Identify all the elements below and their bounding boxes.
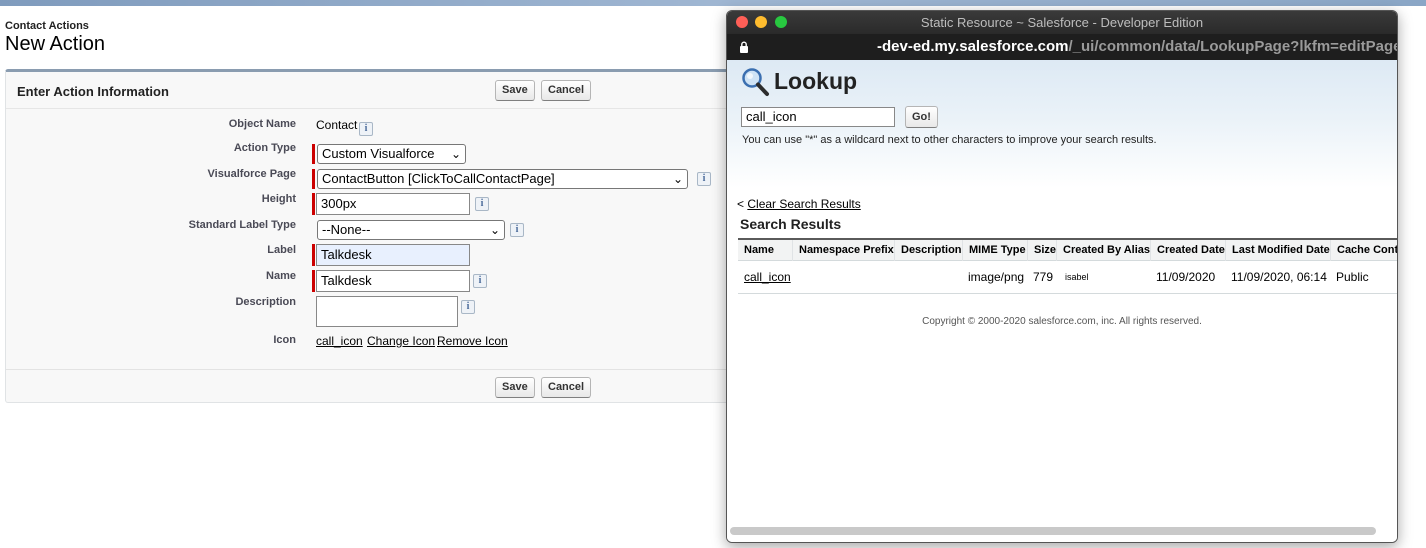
visualforce-page-value: ContactButton [ClickToCallContactPage]	[322, 171, 555, 186]
magnifier-icon	[742, 68, 769, 96]
copyright-text: Copyright © 2000-2020 salesforce.com, in…	[922, 316, 1202, 327]
chevron-down-icon: ⌄	[672, 172, 683, 186]
result-description	[894, 261, 900, 293]
result-created-date: 11/09/2020	[1156, 270, 1216, 284]
save-button-bottom[interactable]: Save	[495, 377, 535, 398]
page-title: New Action	[5, 33, 106, 55]
info-icon[interactable]: i	[359, 122, 373, 136]
search-results-table: Name Namespace Prefix Description MIME T…	[738, 238, 1397, 294]
column-header[interactable]: MIME Type	[962, 240, 1026, 261]
name-field-label: Name	[266, 270, 296, 282]
chevron-down-icon: ⌄	[450, 147, 461, 161]
column-header[interactable]: Namespace Prefix	[792, 240, 894, 261]
chevron-down-icon: ⌄	[489, 223, 500, 237]
column-header[interactable]: Description	[894, 240, 962, 261]
window-titlebar: Static Resource ~ Salesforce - Developer…	[727, 11, 1397, 34]
window-title: Static Resource ~ Salesforce - Developer…	[920, 15, 1204, 30]
required-indicator	[312, 244, 315, 266]
label-field-label: Label	[267, 244, 296, 256]
clear-search-results-link[interactable]: Clear Search Results	[747, 197, 860, 211]
action-type-value: Custom Visualforce	[322, 146, 435, 161]
table-header-row: Name Namespace Prefix Description MIME T…	[738, 240, 1397, 261]
column-header[interactable]: Name	[738, 240, 774, 261]
cancel-button-top[interactable]: Cancel	[541, 80, 592, 101]
icon-value-link[interactable]: call_icon	[316, 334, 363, 348]
panel-header: Enter Action Information Save Cancel	[6, 72, 764, 109]
address-bar[interactable]: -dev-ed.my.salesforce.com/_ui/common/dat…	[727, 34, 1397, 60]
height-input[interactable]: 300px	[316, 193, 470, 215]
description-label: Description	[235, 296, 296, 308]
icon-label: Icon	[273, 334, 296, 346]
clear-search-row: < Clear Search Results	[737, 197, 861, 211]
column-header[interactable]: Size	[1027, 240, 1056, 261]
lookup-body: Lookup call_icon Go! You can use "*" as …	[727, 60, 1397, 542]
info-icon[interactable]: i	[510, 223, 524, 237]
result-name-link[interactable]: call_icon	[738, 261, 791, 293]
standard-label-type-value: --None--	[322, 222, 371, 237]
result-size: 779	[1033, 270, 1054, 284]
required-indicator	[312, 270, 315, 292]
standard-label-type-label: Standard Label Type	[188, 219, 296, 231]
lock-icon	[740, 41, 748, 53]
column-header[interactable]: Cache Cont	[1330, 240, 1397, 261]
lookup-search-input[interactable]: call_icon	[741, 107, 895, 127]
name-input[interactable]: Talkdesk	[316, 270, 470, 292]
result-created-by-alias: isabel	[1065, 272, 1089, 282]
action-type-label: Action Type	[233, 142, 296, 154]
required-indicator	[312, 144, 315, 164]
column-header[interactable]: Created Date	[1150, 240, 1225, 261]
change-icon-link[interactable]: Change Icon	[367, 334, 435, 348]
url-host: -dev-ed.my.salesforce.com	[877, 38, 1069, 55]
lookup-title: Lookup	[774, 68, 858, 94]
column-header[interactable]: Last Modified Date	[1225, 240, 1330, 261]
object-name-value: Contact	[316, 118, 358, 132]
label-input[interactable]: Talkdesk	[316, 244, 470, 266]
result-mime-type: image/png	[968, 270, 1025, 284]
result-cache-control: Public	[1336, 270, 1369, 284]
panel-footer-divider	[6, 369, 764, 370]
clear-prefix: <	[737, 197, 745, 211]
remove-icon-link[interactable]: Remove Icon	[437, 334, 508, 348]
info-icon[interactable]: i	[475, 197, 489, 211]
object-name-label: Object Name	[228, 118, 296, 130]
height-label: Height	[261, 193, 296, 205]
action-type-select[interactable]: Custom Visualforce ⌄	[317, 144, 466, 164]
required-indicator	[312, 169, 315, 189]
search-results-title: Search Results	[740, 216, 842, 232]
info-icon[interactable]: i	[473, 274, 487, 288]
wildcard-help-text: You can use "*" as a wildcard next to ot…	[742, 134, 1157, 146]
result-namespace	[792, 261, 798, 293]
lookup-popup-window: Static Resource ~ Salesforce - Developer…	[726, 10, 1398, 543]
go-button[interactable]: Go!	[905, 106, 938, 128]
horizontal-scrollbar[interactable]	[730, 527, 1376, 535]
column-header[interactable]: Created By Alias	[1056, 240, 1150, 261]
action-information-panel: Enter Action Information Save Cancel Obj…	[5, 69, 765, 403]
url-path: /_ui/common/data/LookupPage?lkfm=editPag…	[1068, 38, 1398, 55]
required-indicator	[312, 193, 315, 215]
result-last-modified-date: 11/09/2020, 06:14	[1231, 270, 1327, 284]
visualforce-page-label: Visualforce Page	[207, 168, 296, 180]
description-textarea[interactable]	[316, 296, 458, 327]
top-strip	[0, 0, 1426, 6]
url-text: -dev-ed.my.salesforce.com/_ui/common/dat…	[877, 38, 1398, 55]
breadcrumb: Contact Actions	[5, 20, 89, 32]
page-header: Contact Actions New Action	[5, 20, 105, 56]
cancel-button-bottom[interactable]: Cancel	[541, 377, 592, 398]
info-icon[interactable]: i	[461, 300, 475, 314]
save-button-top[interactable]: Save	[495, 80, 535, 101]
visualforce-page-select[interactable]: ContactButton [ClickToCallContactPage] ⌄	[317, 169, 688, 189]
info-icon[interactable]: i	[697, 172, 711, 186]
panel-title: Enter Action Information	[17, 84, 169, 99]
standard-label-type-select[interactable]: --None-- ⌄	[317, 220, 505, 240]
